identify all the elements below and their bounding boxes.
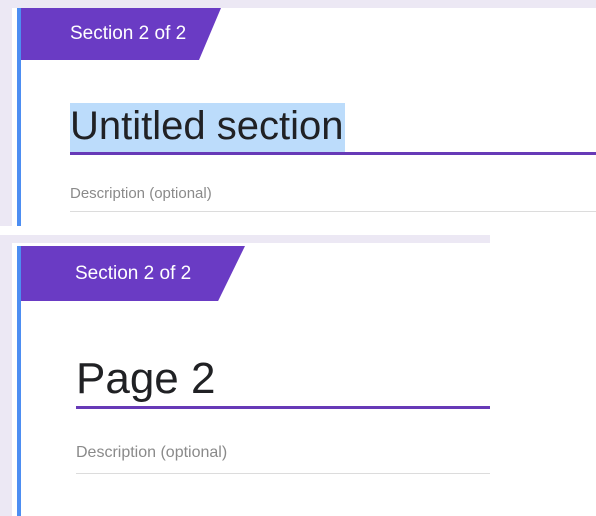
- section-title-text: Untitled section: [70, 104, 344, 148]
- section-description-input[interactable]: Description (optional): [76, 444, 227, 462]
- section-description-input[interactable]: Description (optional): [70, 185, 212, 202]
- form-background-left: [0, 235, 12, 516]
- section-card-bottom: Section 2 of 2 Page 2 Description (optio…: [0, 235, 596, 516]
- section-title-text: Page 2: [76, 354, 216, 403]
- section-title-input[interactable]: Untitled section: [70, 103, 346, 152]
- section-description-underline: [70, 211, 596, 212]
- section-title-underline: [76, 406, 490, 409]
- section-title-underline: [70, 152, 596, 155]
- form-background-top: [12, 0, 596, 8]
- section-header-label: Section 2 of 2: [75, 262, 192, 284]
- section-title-input[interactable]: Page 2: [76, 357, 215, 401]
- section-description-underline: [76, 473, 490, 474]
- section-header-tab: Section 2 of 2: [21, 8, 221, 60]
- form-background-top: [12, 235, 490, 243]
- form-background-left: [0, 0, 12, 226]
- active-section-indicator: [17, 246, 21, 516]
- section-description-placeholder: Description (optional): [76, 444, 228, 461]
- section-description-placeholder: Description (optional): [70, 185, 212, 202]
- card-separator: [0, 226, 596, 235]
- section-card-top: Section 2 of 2 Untitled section Descript…: [0, 0, 596, 226]
- section-header-tab: Section 2 of 2: [21, 246, 245, 301]
- section-header-label: Section 2 of 2: [70, 23, 187, 44]
- active-section-indicator: [17, 8, 21, 226]
